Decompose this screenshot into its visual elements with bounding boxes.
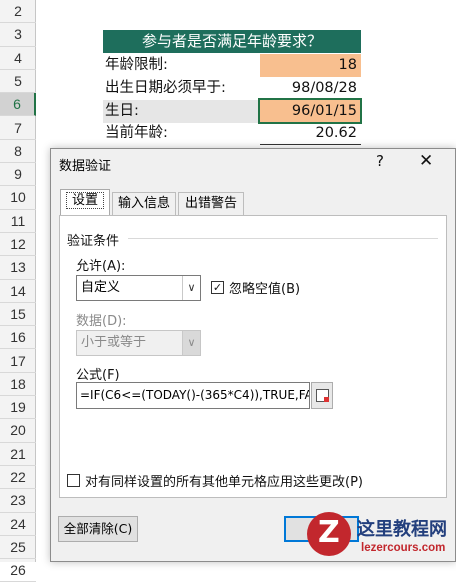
row-header-22[interactable]: 22 (0, 466, 36, 490)
row-header-7[interactable]: 7 (0, 117, 36, 140)
row-header-24[interactable]: 24 (0, 513, 36, 536)
watermark-logo: Z 这里教程网 lezercours.com (305, 512, 456, 562)
data-select: 小于或等于 ∨ (76, 330, 201, 356)
row-header-6[interactable]: 6 (0, 93, 36, 117)
tab-error-alert[interactable]: 出错警告 (178, 192, 244, 216)
close-button[interactable]: ✕ (419, 151, 433, 171)
birth-before-value[interactable]: 98/08/28 (260, 77, 361, 100)
row-header-19[interactable]: 19 (0, 396, 36, 420)
age-limit-value[interactable]: 18 (260, 54, 361, 77)
row-header-13[interactable]: 13 (0, 256, 36, 280)
row-header-14[interactable]: 14 (0, 280, 36, 303)
birth-before-label[interactable]: 出生日期必须早于: (105, 77, 260, 100)
logo-emblem: Z (307, 512, 351, 556)
ignore-blank-label[interactable]: 忽略空值(B) (229, 278, 300, 297)
logo-letter: Z (318, 515, 340, 550)
current-age-label[interactable]: 当前年龄: (105, 122, 260, 145)
data-select-value: 小于或等于 (81, 335, 147, 350)
formula-input[interactable]: =IF(C6<=(TODAY()-(365*C4)),TRUE,FALSE) (76, 382, 310, 409)
apply-all-label[interactable]: 对有同样设置的所有其他单元格应用这些更改(P) (85, 471, 363, 490)
row-header-4[interactable]: 4 (0, 47, 36, 70)
tab-settings-label: 设置 (65, 192, 104, 209)
row-header-10[interactable]: 10 (0, 186, 36, 210)
row-header-11[interactable]: 11 (0, 210, 36, 233)
settings-panel: 验证条件 允许(A): 自定义 ∨ ✓ 忽略空值(B) 数据(D): 小于或等于… (59, 215, 447, 498)
birthday-label[interactable]: 生日: (103, 100, 258, 123)
allow-select[interactable]: 自定义 ∨ (76, 275, 201, 301)
row-header-25[interactable]: 25 (0, 536, 36, 560)
tab-settings[interactable]: 设置 (60, 189, 110, 216)
row-header-2[interactable]: 2 (0, 0, 36, 24)
ignore-blank-checkbox[interactable]: ✓ (211, 281, 224, 294)
current-age-value[interactable]: 20.62 (260, 122, 361, 145)
age-limit-label[interactable]: 年龄限制: (105, 54, 260, 77)
logo-title: 这里教程网 (357, 519, 447, 540)
row-header-5[interactable]: 5 (0, 70, 36, 94)
table-title[interactable]: 参与者是否满足年龄要求？ (103, 30, 361, 53)
dialog-title: 数据验证 (59, 159, 112, 174)
row-header-17[interactable]: 17 (0, 350, 36, 373)
section-divider (128, 238, 438, 239)
chevron-down-icon: ∨ (182, 331, 200, 355)
row-header-23[interactable]: 23 (0, 489, 36, 513)
row-header-3[interactable]: 3 (0, 23, 36, 47)
allow-label: 允许(A): (76, 259, 126, 274)
chevron-down-icon[interactable]: ∨ (182, 276, 200, 300)
help-button[interactable]: ? (376, 152, 384, 170)
clear-all-button[interactable]: 全部清除(C) (58, 516, 138, 542)
row-headers: 2 3 4 5 6 7 8 9 10 11 12 13 14 15 16 17 18 19 20 21 22 23 24 25… (0, 0, 36, 582)
data-validation-dialog: 数据验证 ? ✕ 设置 输入信息 出错警告 验证条件 允许(A): 自定义 ∨ … (50, 148, 456, 562)
formula-label: 公式(F) (76, 368, 120, 383)
row-header-8[interactable]: 8 (0, 140, 36, 164)
row-header-18[interactable]: 18 (0, 373, 36, 397)
data-label: 数据(D): (76, 314, 127, 329)
row-header-16[interactable]: 16 (0, 326, 36, 350)
allow-select-value: 自定义 (81, 280, 121, 295)
validation-criteria-heading: 验证条件 (67, 234, 120, 249)
apply-all-checkbox[interactable] (67, 474, 80, 487)
collapse-dialog-icon (316, 389, 329, 402)
row-header-9[interactable]: 9 (0, 163, 36, 187)
tab-input-message[interactable]: 输入信息 (112, 192, 176, 216)
row-header-15[interactable]: 15 (0, 303, 36, 327)
row-header-20[interactable]: 20 (0, 419, 36, 443)
range-select-button[interactable] (311, 382, 333, 409)
row-header-21[interactable]: 21 (0, 443, 36, 466)
row-header-26[interactable]: 26 (0, 559, 36, 582)
row-header-12[interactable]: 12 (0, 233, 36, 257)
logo-url: lezercours.com (361, 542, 446, 554)
birthday-value[interactable]: 96/01/15 (258, 98, 362, 124)
